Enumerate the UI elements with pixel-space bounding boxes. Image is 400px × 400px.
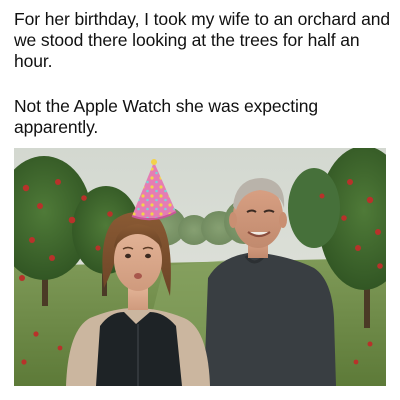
photo-illustration <box>14 148 386 386</box>
man-sweater <box>204 252 336 386</box>
post-caption-joke-setup: For her birthday, I took my wife to an o… <box>14 9 390 71</box>
woman-vest <box>96 312 182 386</box>
orchard-couple-photo <box>14 148 386 386</box>
post-caption-punchline: Not the Apple Watch she was expecting ap… <box>14 96 319 137</box>
